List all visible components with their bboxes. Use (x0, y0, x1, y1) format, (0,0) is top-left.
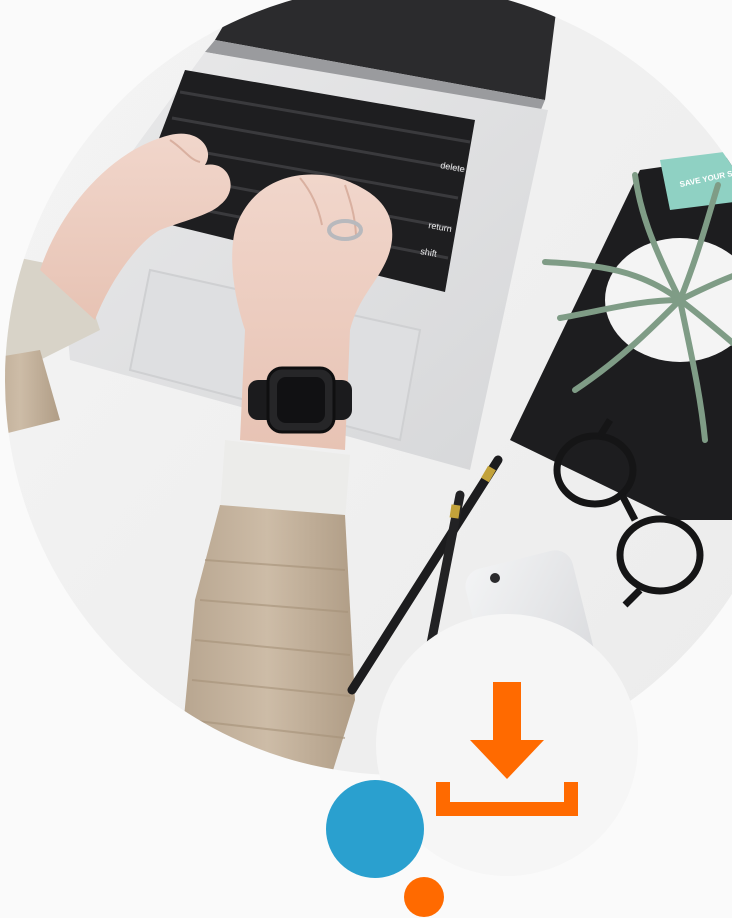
download-tray (436, 782, 578, 816)
download-arrow (470, 682, 544, 779)
decorative-orange-dot (404, 877, 444, 917)
hero-section: delete return shift SAVE YOUR SPOT (0, 0, 732, 918)
decorative-blue-dot (326, 780, 424, 878)
